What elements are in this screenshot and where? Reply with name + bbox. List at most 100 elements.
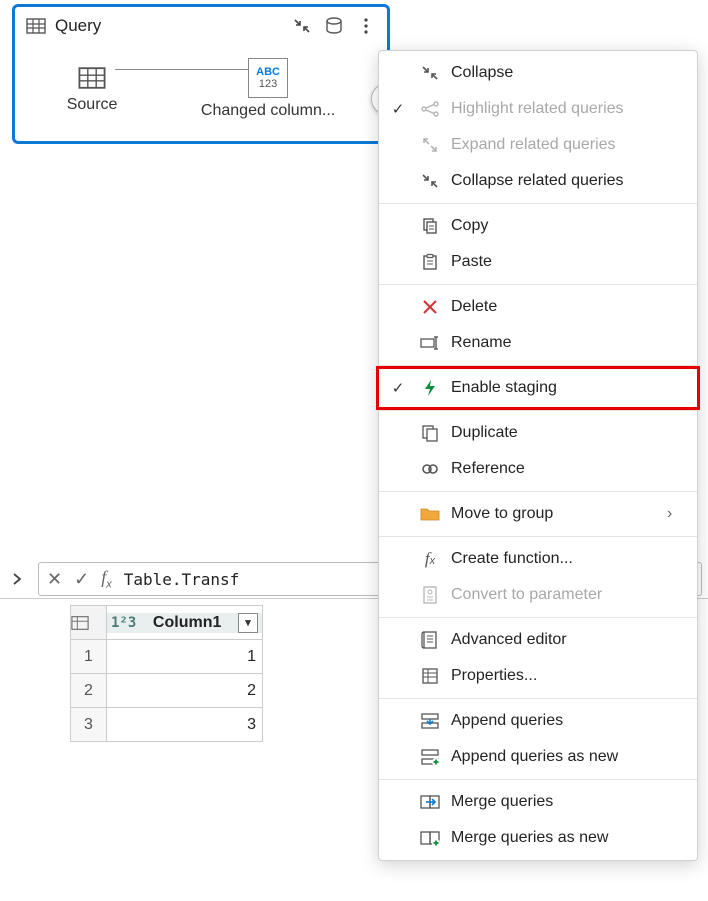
cell-value[interactable]: 3 [107, 708, 263, 742]
parameter-icon [419, 584, 441, 606]
rename-icon [419, 332, 441, 354]
menu-item-rename[interactable]: Rename [379, 325, 697, 361]
menu-item-enable-staging[interactable]: ✓Enable staging [379, 370, 697, 406]
menu-item-label: Expand related queries [451, 136, 683, 154]
row-number: 1 [71, 640, 107, 674]
menu-item-merge-queries[interactable]: Merge queries [379, 784, 697, 820]
menu-item-label: Properties... [451, 667, 683, 685]
paste-icon [419, 251, 441, 273]
menu-item-merge-queries-as-new[interactable]: Merge queries as new [379, 820, 697, 856]
type-change-icon: ABC123 [248, 58, 288, 98]
collapse-in-icon [419, 62, 441, 84]
menu-item-append-queries[interactable]: Append queries [379, 703, 697, 739]
menu-separator [379, 284, 697, 285]
grid-corner[interactable] [71, 606, 107, 640]
duplicate-icon [419, 422, 441, 444]
menu-item-paste[interactable]: Paste [379, 244, 697, 280]
cell-value[interactable]: 1 [107, 640, 263, 674]
context-menu: Collapse ✓ Highlight related queries Expand… [378, 50, 698, 861]
menu-item-label: Delete [451, 298, 683, 316]
row-number: 3 [71, 708, 107, 742]
menu-item-duplicate[interactable]: Duplicate [379, 415, 697, 451]
step-label: Changed column... [201, 102, 335, 120]
collapse-card-button[interactable] [289, 13, 315, 39]
menu-item-move-to-group[interactable]: Move to group › [379, 496, 697, 532]
data-preview-grid: 1²3 Column1 ▾ 112233 [70, 605, 263, 742]
column-header[interactable]: 1²3 Column1 ▾ [107, 606, 263, 640]
reference-icon [419, 458, 441, 480]
menu-item-append-queries-as-new[interactable]: Append queries as new [379, 739, 697, 775]
check-icon: ✓ [387, 100, 409, 118]
fx-icon: fx [419, 548, 441, 570]
row-number: 2 [71, 674, 107, 708]
cancel-formula-button[interactable]: ✕ [47, 569, 62, 590]
append-new-icon [419, 746, 441, 768]
cell-value[interactable]: 2 [107, 674, 263, 708]
query-card-header: Query [15, 7, 387, 43]
merge-icon [419, 791, 441, 813]
table-row[interactable]: 11 [71, 640, 263, 674]
menu-item-label: Rename [451, 334, 683, 352]
menu-separator [379, 365, 697, 366]
table-row[interactable]: 33 [71, 708, 263, 742]
menu-separator [379, 410, 697, 411]
menu-separator [379, 203, 697, 204]
step-label: Source [67, 96, 118, 114]
accept-formula-button[interactable]: ✓ [74, 569, 89, 590]
menu-item-label: Append queries [451, 712, 683, 730]
table-row[interactable]: 22 [71, 674, 263, 708]
menu-item-label: Duplicate [451, 424, 683, 442]
column-filter-button[interactable]: ▾ [238, 613, 258, 633]
menu-item-copy[interactable]: Copy [379, 208, 697, 244]
menu-separator [379, 779, 697, 780]
menu-item-label: Highlight related queries [451, 100, 683, 118]
menu-item-label: Create function... [451, 550, 683, 568]
menu-separator [379, 491, 697, 492]
menu-item-label: Paste [451, 253, 683, 271]
collapse-in-icon [419, 170, 441, 192]
menu-separator [379, 617, 697, 618]
properties-icon [419, 665, 441, 687]
table-icon [78, 64, 106, 92]
menu-item-create-function[interactable]: fx Create function... [379, 541, 697, 577]
menu-item-label: Merge queries as new [451, 829, 683, 847]
merge-new-icon [419, 827, 441, 849]
menu-item-label: Advanced editor [451, 631, 683, 649]
step-source[interactable]: Source [67, 64, 118, 114]
menu-item-label: Merge queries [451, 793, 683, 811]
column-name: Column1 [153, 614, 221, 632]
copy-icon [419, 215, 441, 237]
column-type-icon[interactable]: 1²3 [111, 615, 136, 631]
menu-item-label: Move to group [451, 505, 657, 523]
table-icon [23, 13, 49, 39]
menu-item-label: Collapse related queries [451, 172, 683, 190]
database-icon[interactable] [321, 13, 347, 39]
more-options-button[interactable] [353, 13, 379, 39]
menu-item-label: Collapse [451, 64, 683, 82]
menu-item-properties[interactable]: Properties... [379, 658, 697, 694]
advanced-editor-icon [419, 629, 441, 651]
step-changed-column[interactable]: ABC123 Changed column... [201, 58, 335, 120]
folder-icon [419, 503, 441, 525]
menu-separator [379, 698, 697, 699]
menu-item-label: Enable staging [451, 379, 683, 397]
menu-item-collapse[interactable]: Collapse [379, 55, 697, 91]
menu-item-collapse-related-queries[interactable]: Collapse related queries [379, 163, 697, 199]
query-card[interactable]: Query Source ABC123 Changed column... + [12, 4, 390, 144]
delete-icon [419, 296, 441, 318]
menu-item-label: Copy [451, 217, 683, 235]
menu-item-label: Convert to parameter [451, 586, 683, 604]
menu-separator [379, 536, 697, 537]
menu-item-expand-related-queries: Expand related queries [379, 127, 697, 163]
expand-out-icon [419, 134, 441, 156]
menu-item-reference[interactable]: Reference [379, 451, 697, 487]
submenu-indicator-icon: › [667, 505, 683, 523]
menu-item-label: Reference [451, 460, 683, 478]
fx-icon: fx [101, 567, 112, 591]
menu-item-convert-to-parameter: Convert to parameter [379, 577, 697, 613]
query-title: Query [55, 16, 283, 36]
menu-item-delete[interactable]: Delete [379, 289, 697, 325]
expand-handle[interactable] [6, 568, 28, 590]
query-steps: Source ABC123 Changed column... [15, 43, 387, 141]
menu-item-advanced-editor[interactable]: Advanced editor [379, 622, 697, 658]
